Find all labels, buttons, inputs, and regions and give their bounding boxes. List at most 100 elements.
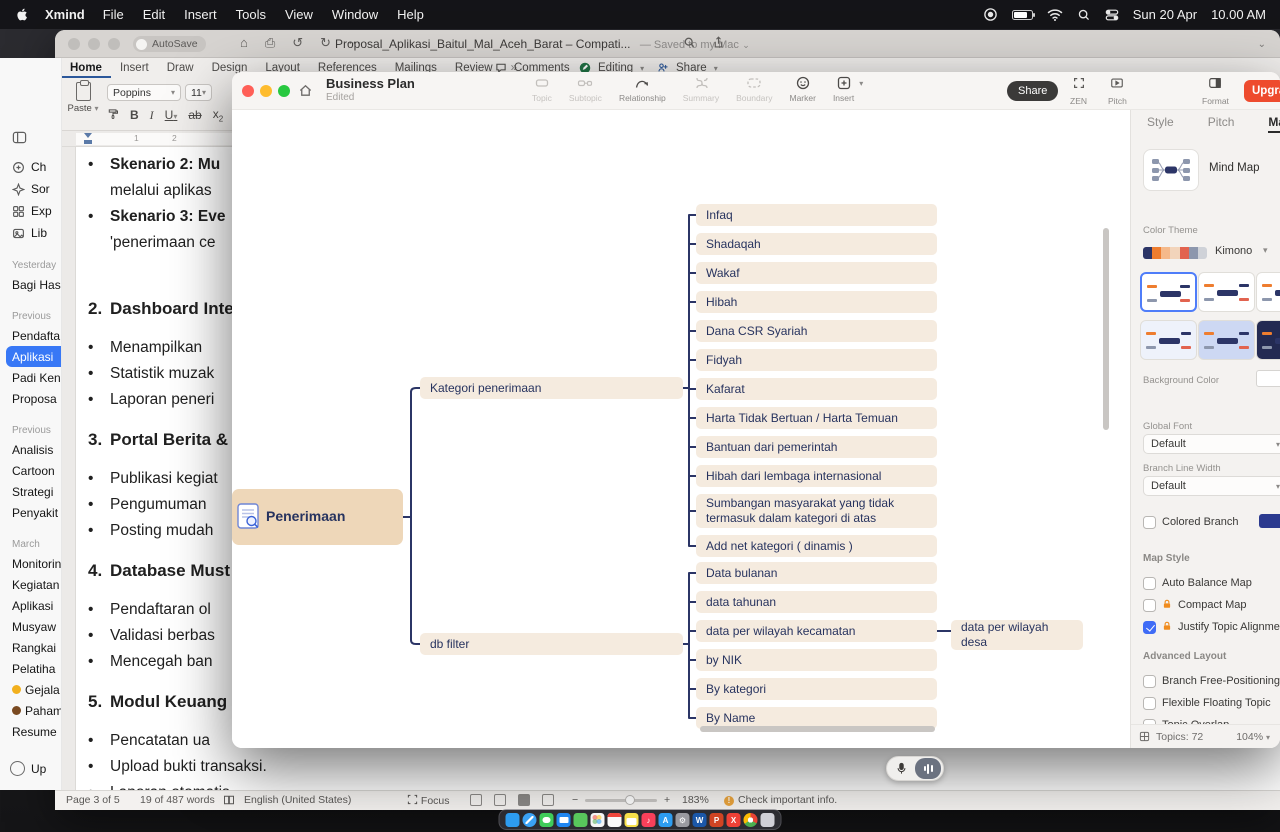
zoom-slider-knob[interactable]	[625, 795, 635, 805]
recording-indicator-icon[interactable]	[983, 7, 998, 22]
sidebar-chat-item[interactable]: Proposa	[0, 388, 61, 409]
theme-thumbnail-3[interactable]	[1256, 272, 1280, 312]
sidebar-chat-item[interactable]: Kegiatan	[0, 574, 61, 595]
horizontal-scrollbar[interactable]	[700, 726, 935, 732]
zoom-out-button[interactable]: −	[572, 794, 578, 806]
mindmap-subtopic[interactable]: Kafarat	[696, 378, 937, 400]
dictation-mic-button[interactable]	[887, 762, 915, 775]
sidebar-item-exp[interactable]: Exp	[0, 200, 61, 222]
mindmap-subtopic[interactable]: Harta Tidak Bertuan / Harta Temuan	[696, 407, 937, 429]
mindmap-branch-topic[interactable]: db filter	[420, 633, 683, 655]
indent-marker-box[interactable]	[84, 140, 92, 144]
sidebar-chat-item[interactable]: Strategi	[0, 481, 61, 502]
theme-thumbnail-4[interactable]	[1140, 320, 1197, 360]
sidebar-chat-item[interactable]: Aplikasi	[0, 595, 61, 616]
upgrade-button[interactable]: Upgrade	[1244, 80, 1280, 102]
colored-branch-checkbox[interactable]	[1143, 516, 1156, 529]
sidebar-chat-item[interactable]: Penyakit	[0, 502, 61, 523]
format-tab-style[interactable]: Style	[1147, 115, 1174, 133]
menubar-time[interactable]: 10.00 AM	[1211, 7, 1266, 22]
mindmap-root-topic[interactable]: Penerimaan	[232, 489, 403, 545]
xmind-minimize-button[interactable]	[260, 85, 272, 97]
menubar-menu-file[interactable]: File	[103, 7, 124, 22]
home-icon[interactable]	[298, 83, 313, 103]
word-tab-home[interactable]: Home	[61, 58, 111, 78]
sidebar-chat-item[interactable]: Pelatiha	[0, 658, 61, 679]
italic-button[interactable]: I	[150, 108, 154, 123]
view-web-layout-icon[interactable]	[542, 794, 554, 806]
word-tab-insert[interactable]: Insert	[111, 58, 158, 78]
sidebar-chat-item[interactable]: Pendafta	[0, 325, 61, 346]
sidebar-chat-item[interactable]: Cartoon	[0, 460, 61, 481]
format-tab-pitch[interactable]: Pitch	[1208, 115, 1235, 133]
mindmap-subtopic[interactable]: Sumbangan masyarakat yang tidak termasuk…	[696, 494, 937, 528]
view-focus-icon[interactable]	[470, 794, 482, 806]
mindmap-subtopic[interactable]: Hibah dari lembaga internasional	[696, 465, 937, 487]
mindmap-subtopic[interactable]: Wakaf	[696, 262, 937, 284]
subscript-button[interactable]: x2	[213, 107, 223, 123]
canvas-zoom-control[interactable]: 104% ▾	[1236, 731, 1270, 743]
xmind-close-button[interactable]	[242, 85, 254, 97]
xmind-tool-topic[interactable]: Topic	[532, 75, 552, 103]
dock-chrome-icon[interactable]	[744, 813, 758, 827]
theme-thumbnail-5[interactable]	[1198, 320, 1255, 360]
format-tab-map[interactable]: Map	[1268, 115, 1280, 133]
word-zoom-button[interactable]	[108, 38, 120, 50]
mindmap-subtopic[interactable]: Infaq	[696, 204, 937, 226]
undo-icon[interactable]: ↺	[292, 35, 303, 51]
dock-notes-icon[interactable]	[625, 813, 639, 827]
dock-music-icon[interactable]: ♪	[642, 813, 656, 827]
underline-button[interactable]: U▾	[165, 108, 178, 122]
view-read-icon[interactable]	[494, 794, 506, 806]
menubar-app-name[interactable]: Xmind	[45, 7, 85, 22]
collapse-toolbar-chevron-icon[interactable]: ⌄	[1258, 39, 1266, 50]
mindmap-subtopic[interactable]: By kategori	[696, 678, 937, 700]
spotlight-search-icon[interactable]	[1077, 8, 1091, 22]
format-panel-button[interactable]: Format	[1202, 76, 1229, 106]
mindmap-canvas[interactable]: PenerimaanKategori penerimaanInfaqShadaq…	[232, 110, 1130, 748]
chevron-down-icon[interactable]: ▾	[1263, 245, 1268, 256]
mindmap-subtopic[interactable]: data per wilayah desa	[951, 620, 1083, 650]
sidebar-account-item[interactable]: Up	[0, 761, 61, 776]
bold-button[interactable]: B	[130, 108, 139, 122]
background-color-swatch[interactable]	[1256, 370, 1280, 387]
word-minimize-button[interactable]	[88, 38, 100, 50]
map-overview-icon[interactable]	[1139, 731, 1150, 742]
mindmap-subtopic[interactable]: Hibah	[696, 291, 937, 313]
xmind-tool-summary[interactable]: Summary	[683, 75, 719, 103]
zoom-in-button[interactable]: +	[664, 794, 670, 806]
xmind-tool-marker[interactable]: Marker	[789, 75, 815, 103]
search-icon[interactable]	[683, 36, 696, 54]
mindmap-subtopic[interactable]: Bantuan dari pemerintah	[696, 436, 937, 458]
sidebar-chat-item[interactable]: Padi Ken	[0, 367, 61, 388]
compact-map-checkbox[interactable]	[1143, 599, 1156, 612]
font-name-select[interactable]: Poppins ▾	[107, 84, 181, 101]
vertical-scrollbar[interactable]	[1103, 228, 1109, 430]
mindmap-subtopic[interactable]: Dana CSR Syariah	[696, 320, 937, 342]
word-close-button[interactable]	[68, 38, 80, 50]
sidebar-chat-item[interactable]: Analisis	[0, 439, 61, 460]
dock-messages-icon[interactable]	[540, 813, 554, 827]
theme-thumbnail-2[interactable]	[1198, 272, 1255, 312]
mindmap-subtopic[interactable]: Data bulanan	[696, 562, 937, 584]
battery-icon[interactable]	[1012, 10, 1033, 20]
sidebar-item-sor[interactable]: Sor	[0, 178, 61, 200]
share-icon[interactable]	[712, 36, 725, 54]
xmind-share-button[interactable]: Share	[1007, 81, 1058, 101]
sidebar-item-lib[interactable]: Lib	[0, 222, 61, 244]
strikethrough-button[interactable]: ab	[188, 108, 201, 122]
mindmap-subtopic[interactable]: Fidyah	[696, 349, 937, 371]
status-notice[interactable]: !Check important info.	[724, 794, 837, 806]
spellcheck-icon[interactable]	[223, 794, 235, 809]
menubar-menu-edit[interactable]: Edit	[143, 7, 165, 22]
sidebar-chat-item[interactable]: Paham	[0, 700, 61, 721]
mindmap-subtopic[interactable]: data tahunan	[696, 591, 937, 613]
chevron-down-icon[interactable]: ⌄	[742, 40, 750, 50]
sidebar-chat-item[interactable]: Rangkai	[0, 637, 61, 658]
mindmap-subtopic[interactable]: data per wilayah kecamatan	[696, 620, 937, 642]
dock-xmind-icon[interactable]: X	[727, 813, 741, 827]
sidebar-chat-item[interactable]: Resume	[0, 721, 61, 742]
sidebar-chat-item[interactable]: Monitorin	[0, 553, 61, 574]
flexible-floating-topic-checkbox[interactable]	[1143, 697, 1156, 710]
dock-photos-icon[interactable]	[591, 813, 605, 827]
